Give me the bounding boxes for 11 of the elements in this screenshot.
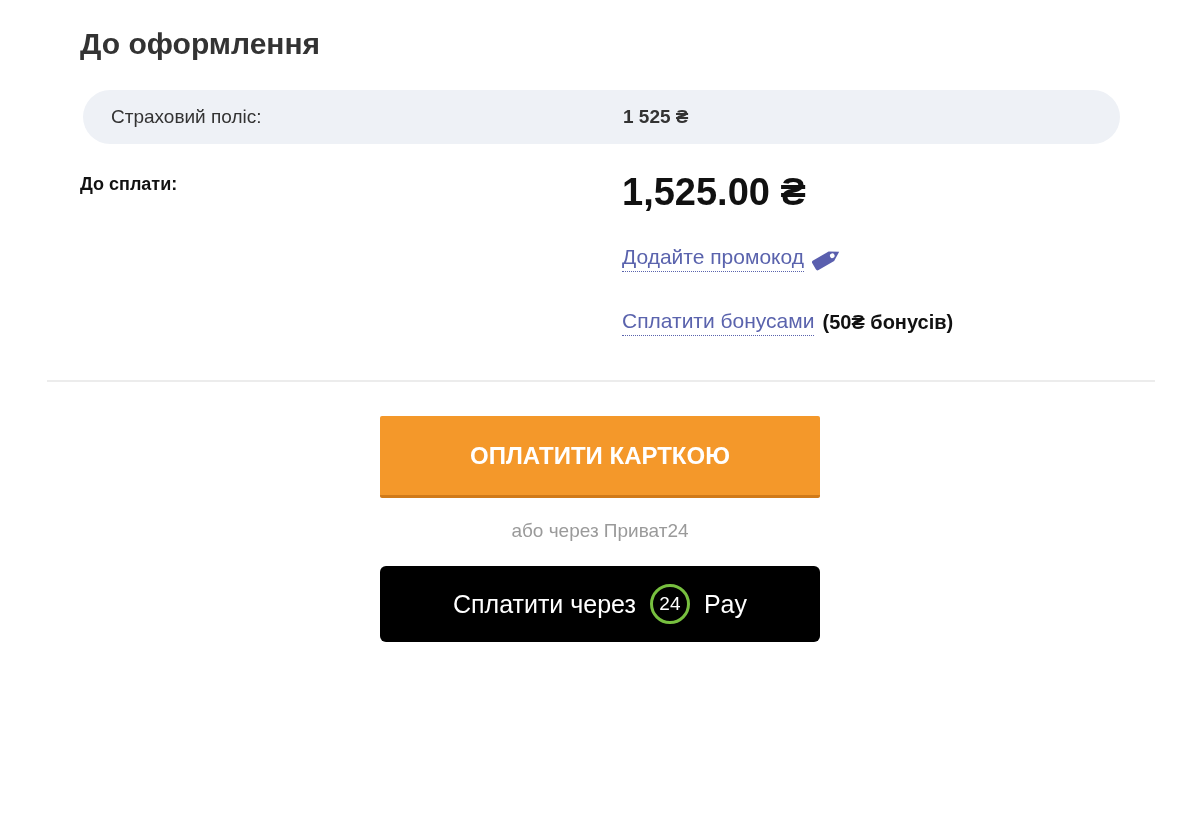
section-heading: До оформлення bbox=[80, 26, 321, 62]
wallet-pay-button[interactable]: Сплатити через 24 Pay bbox=[380, 566, 820, 642]
total-amount: 1,525.00 ₴ bbox=[622, 170, 806, 214]
alternative-payment-text: або через Приват24 bbox=[511, 520, 689, 542]
summary-label: Страховий поліс: bbox=[111, 106, 262, 128]
bonus-balance-text: (50₴ бонусів) bbox=[822, 311, 954, 334]
pay-with-bonuses-link[interactable]: Сплатити бонусами bbox=[622, 309, 815, 336]
summary-value: 1 525 ₴ bbox=[623, 106, 689, 128]
ring-logo-badge: 24 bbox=[649, 584, 690, 624]
total-label: До сплати: bbox=[80, 174, 178, 195]
promo-code-link[interactable]: Додайте промокод bbox=[622, 245, 804, 272]
